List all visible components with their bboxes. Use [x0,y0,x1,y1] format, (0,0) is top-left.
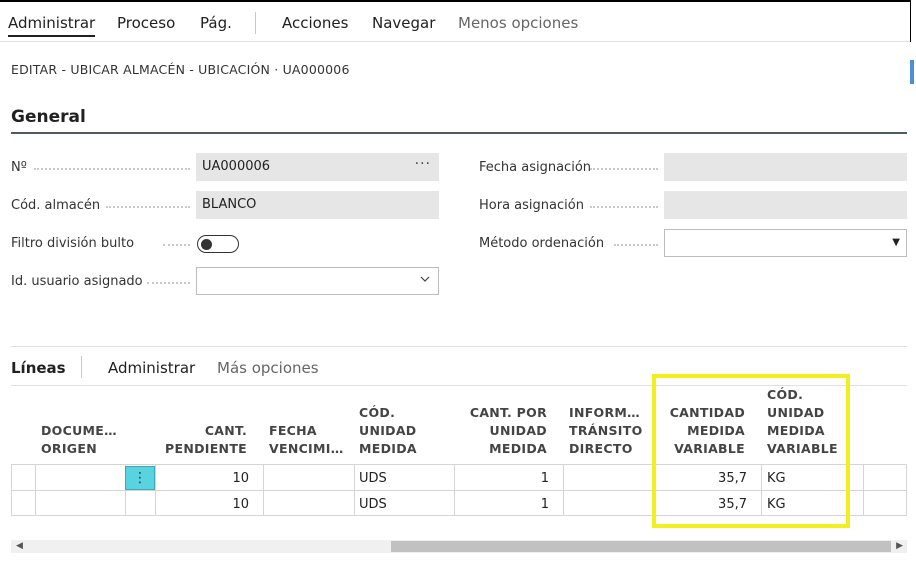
column-divider [35,465,36,490]
cell-cant-pendiente[interactable]: 10 [159,497,249,512]
menu-navegar[interactable]: Navegar [372,14,435,32]
field-label-filtro: Filtro división bulto [11,236,135,251]
page-scroll-indicator[interactable] [910,60,914,84]
field-label-metodo: Método ordenación [479,236,605,251]
col-header-cant-pendiente[interactable]: CANT. PENDIENTE [160,422,247,458]
scroll-right-icon[interactable]: ▶ [896,540,903,553]
menu-pag[interactable]: Pág. [200,14,232,32]
field-label-hora: Hora asignación [479,198,584,213]
menu-menos-opciones[interactable]: Menos opciones [458,14,578,32]
section-rule [11,132,907,134]
section-divider [11,346,907,347]
cod-almacen-value: BLANCO [202,197,257,212]
lines-administrar[interactable]: Administrar [108,359,195,377]
action-separator [255,12,256,34]
filtro-division-toggle[interactable] [197,235,239,253]
no-field-value: UA000006 [202,159,271,174]
cell-cant-pendiente[interactable]: 10 [159,471,249,486]
column-divider [906,465,907,490]
usuario-asignado-select[interactable] [196,267,439,295]
col-header-documento[interactable]: DOCUME… ORIGEN [41,422,117,458]
column-divider [263,465,264,490]
cell-cod-unidad[interactable]: UDS [359,497,387,512]
leader-dots [34,168,190,170]
horizontal-scrollbar[interactable]: ◀ ▶ [11,540,907,553]
action-bar: Administrar Proceso Pág. Acciones Navega… [0,2,916,42]
triangle-down-icon[interactable]: ▼ [892,237,900,248]
field-label-fecha: Fecha asignación [479,160,592,175]
column-divider [454,465,455,490]
col-header-inform[interactable]: INFORM… TRÁNSITO DIRECTO [569,404,643,458]
column-divider [263,491,264,515]
col-header-cod-unidad[interactable]: CÓD. UNIDAD MEDIDA [359,404,417,458]
column-divider [11,491,12,515]
leader-dots [590,168,658,170]
chevron-down-icon[interactable] [420,274,430,284]
col-header-fecha-vencimiento[interactable]: FECHA VENCIMI… [269,422,344,458]
column-divider [454,491,455,515]
lines-title[interactable]: Líneas [11,359,66,377]
cell-cant-por[interactable]: 1 [459,497,549,512]
metodo-ordenacion-select[interactable]: ▼ [664,229,907,257]
field-label-usuario: Id. usuario asignado [11,274,143,289]
column-divider [354,465,355,490]
column-divider [563,465,564,490]
hora-asignacion-field[interactable] [664,191,907,219]
field-label-cod-almacen: Cód. almacén [11,198,101,213]
lines-mas-opciones[interactable]: Más opciones [217,359,319,377]
lines-separator [81,356,82,378]
column-divider [863,465,864,490]
column-divider [906,491,907,515]
toggle-knob [201,238,212,250]
menu-administrar[interactable]: Administrar [8,14,96,37]
field-label-no: Nº [11,160,27,175]
no-field[interactable]: UA000006 ··· [196,153,439,181]
column-divider [155,465,156,490]
leader-dots [163,244,190,246]
leader-dots [590,206,658,208]
window-edge [910,0,916,42]
col-header-cant-por[interactable]: CANT. POR UNIDAD MEDIDA [460,404,547,458]
scrollbar-thumb[interactable] [391,541,891,552]
leader-dots [147,282,190,284]
column-divider [125,491,126,515]
column-divider [863,491,864,515]
scroll-left-icon[interactable]: ◀ [16,540,23,553]
leader-dots [614,244,658,246]
fecha-asignacion-field[interactable] [664,153,907,181]
highlight-box [652,374,850,528]
cell-cant-por[interactable]: 1 [459,471,549,486]
menu-acciones[interactable]: Acciones [282,14,348,32]
column-divider [35,491,36,515]
column-divider [354,491,355,515]
column-divider [155,491,156,515]
vertical-dots-icon[interactable]: ⋮ [125,466,155,490]
cell-cod-unidad[interactable]: UDS [359,471,387,486]
column-divider [11,465,12,490]
section-title-general[interactable]: General [11,107,86,127]
cod-almacen-field[interactable]: BLANCO [196,191,439,219]
breadcrumb: EDITAR - UBICAR ALMACÉN - UBICACIÓN · UA… [11,62,350,77]
column-divider [563,491,564,515]
menu-proceso[interactable]: Proceso [117,14,175,32]
ellipsis-icon[interactable]: ··· [415,156,431,172]
leader-dots [106,206,190,208]
